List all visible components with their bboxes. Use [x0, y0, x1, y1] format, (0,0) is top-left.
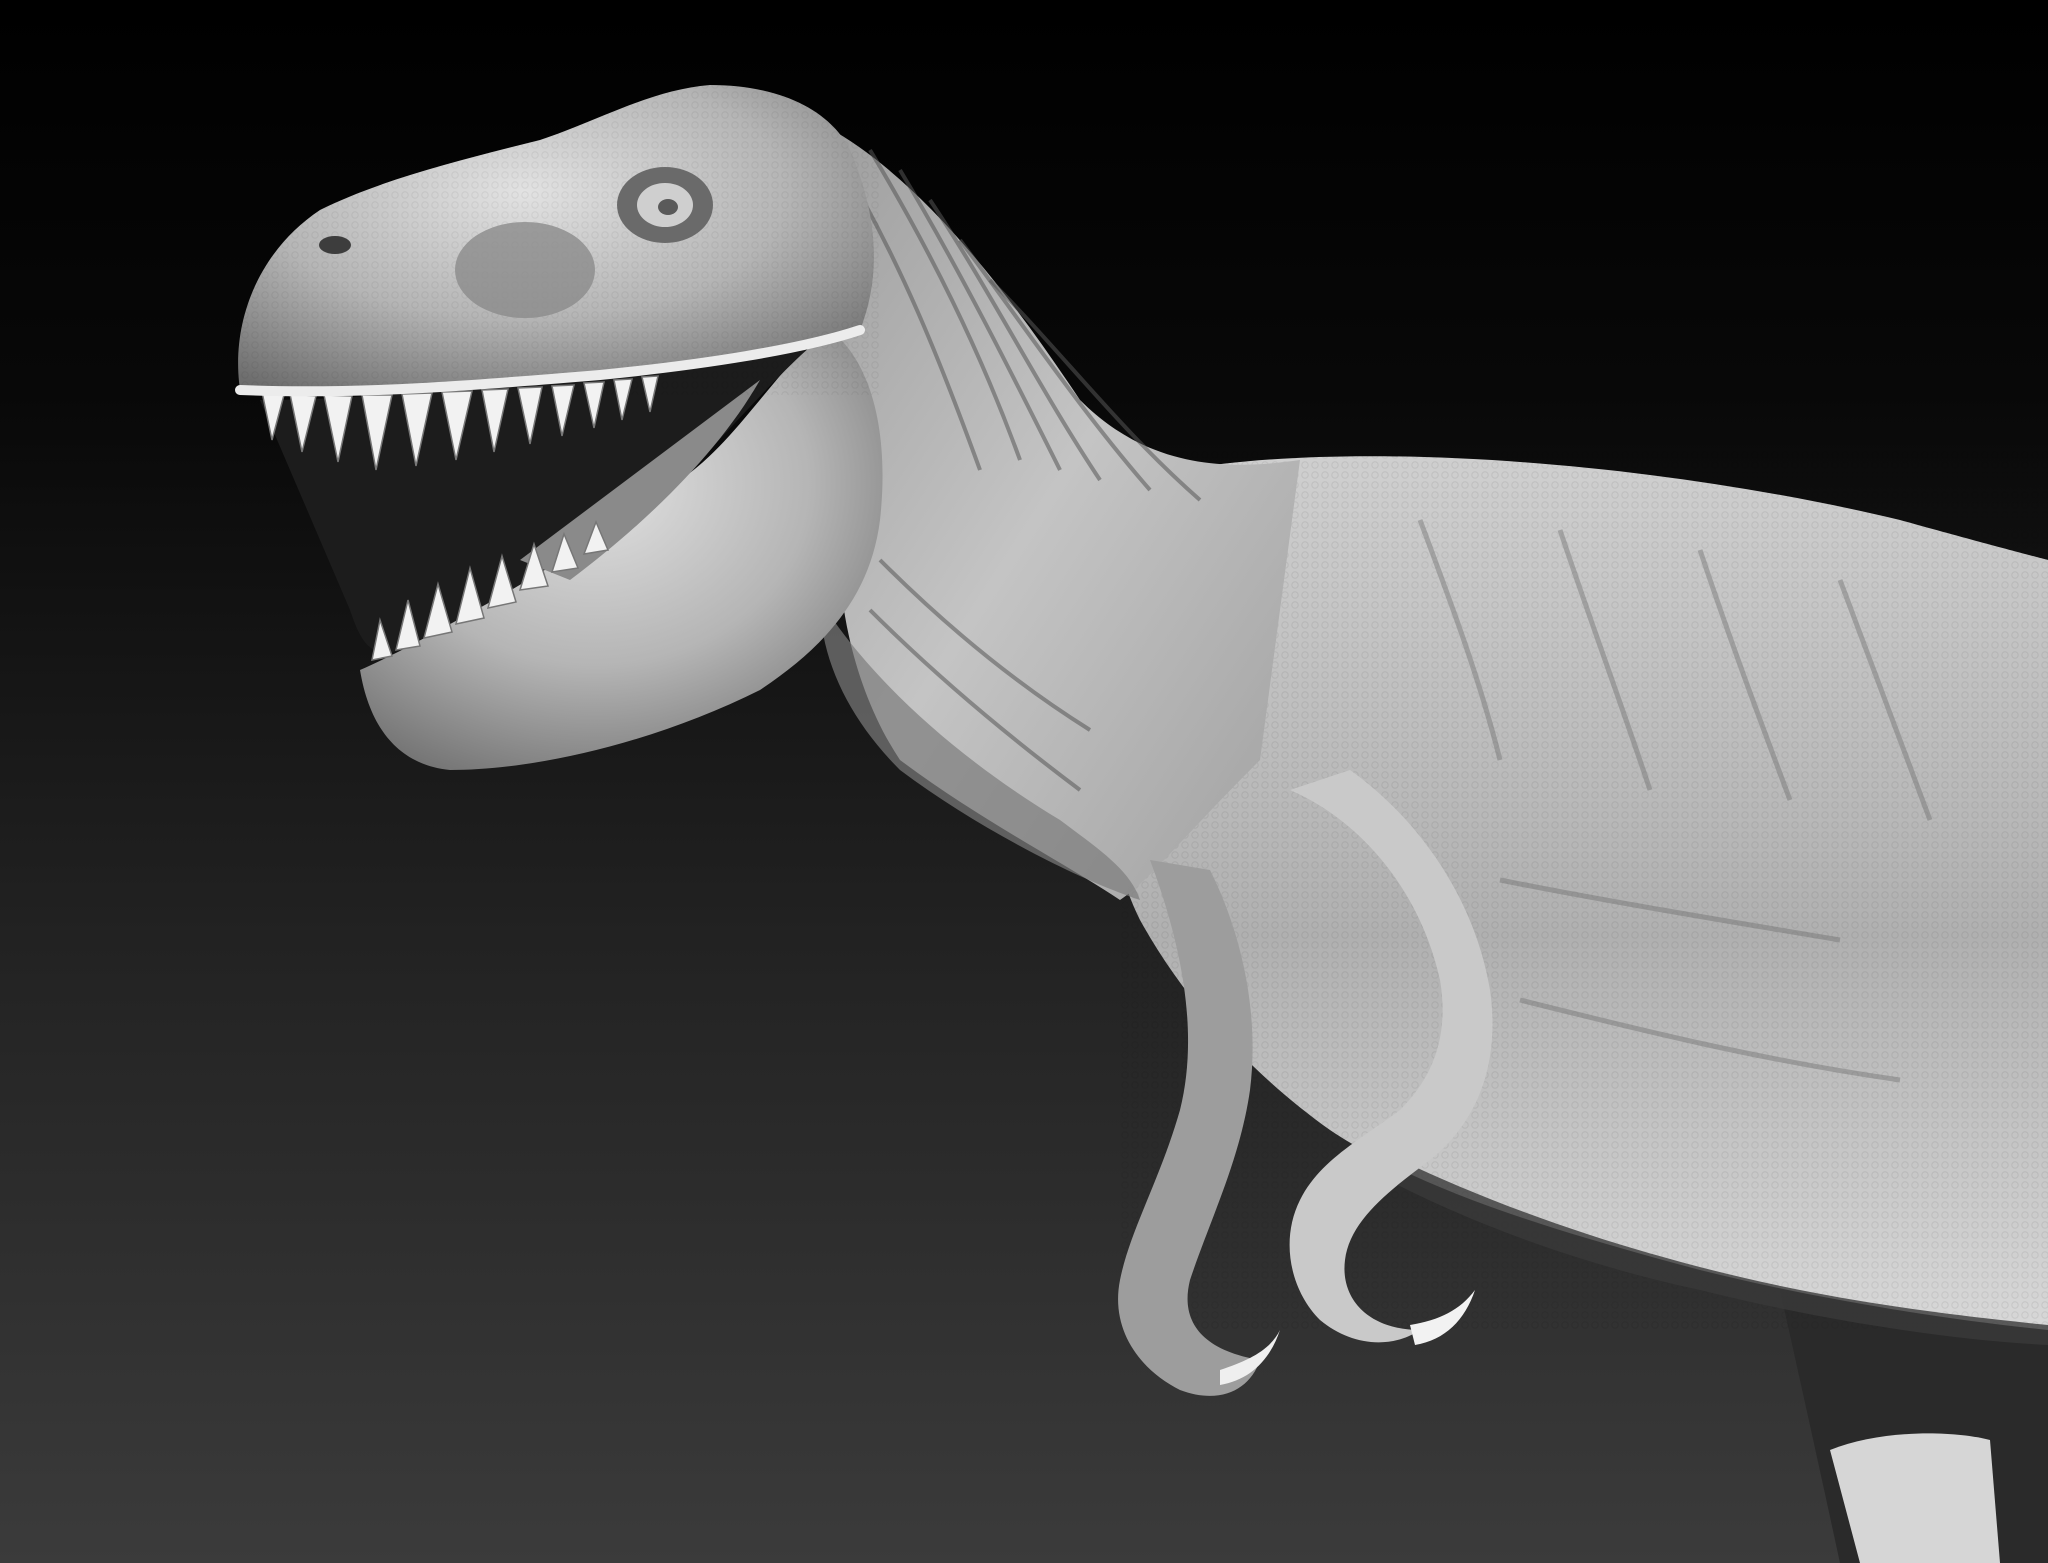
eye-pupil [658, 199, 678, 215]
render-viewport [0, 0, 2048, 1563]
render-canvas [0, 0, 2048, 1563]
hind-leg-highlight [1830, 1433, 2000, 1563]
nostril [319, 236, 351, 254]
cheek-depression [455, 222, 595, 318]
